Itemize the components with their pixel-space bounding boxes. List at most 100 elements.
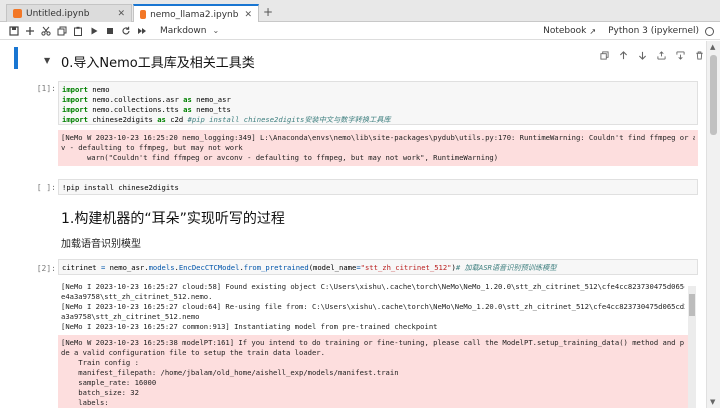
run-button[interactable]: [86, 23, 102, 39]
scroll-down-icon[interactable]: ▼: [710, 398, 715, 406]
code-token: nemo.collections.asr: [87, 95, 184, 104]
notebook-panel: ▼ 0.导入Nemo工具库及相关工具类 [1]: import nemo impo…: [0, 41, 706, 408]
close-icon[interactable]: ✕: [117, 9, 125, 19]
arrow-up-icon: [619, 50, 627, 59]
output-scrollbar[interactable]: [688, 286, 696, 408]
notebook-icon: [13, 9, 22, 18]
notebook-toolbar: Markdown ⌄ Notebook ↗ Python 3 (ipykerne…: [0, 22, 720, 40]
delete-cell-button[interactable]: [692, 49, 706, 61]
output-line: e4a3a9758\stt_zh_citrinet_512.nemo.: [61, 292, 213, 301]
fast-forward-icon: [138, 27, 146, 34]
restart-button[interactable]: [118, 23, 134, 39]
collapse-icon[interactable]: ▼: [44, 56, 50, 65]
cell-type-value: Markdown: [160, 25, 207, 36]
tab-label: nemo_llama2.ipynb: [150, 9, 239, 20]
code-token: nemo_asr.: [105, 263, 149, 272]
kernel-name[interactable]: Python 3 (ipykernel): [608, 26, 699, 36]
code-token: nemo.collections.tts: [87, 105, 184, 114]
code-cell-imports[interactable]: import nemo import nemo.collections.asr a…: [58, 81, 698, 125]
code-content: import nemo import nemo.collections.asr a…: [62, 85, 694, 125]
insert-cell-button[interactable]: [22, 23, 38, 39]
code-token: nemo: [87, 85, 110, 94]
cell-type-select[interactable]: Markdown ⌄: [160, 26, 219, 36]
paste-button[interactable]: [70, 23, 86, 39]
code-content: citrinet = nemo_asr.models.EncDecCTCMode…: [62, 263, 694, 273]
cut-button[interactable]: [38, 23, 54, 39]
move-up-button[interactable]: [616, 49, 630, 61]
code-token: EncDecCTCModel: [178, 263, 240, 272]
code-token: models: [148, 263, 175, 272]
code-token: import: [62, 105, 88, 114]
notebook-view-button[interactable]: Notebook ↗: [543, 26, 596, 36]
code-token: as: [157, 115, 166, 124]
code-line: citrinet = nemo_asr.models.EncDecCTCMode…: [62, 263, 694, 273]
code-line: import nemo.collections.tts as nemo_tts: [62, 105, 694, 115]
code-cell-pip-install[interactable]: !pip install chinese2digits: [58, 179, 698, 195]
output-line: batch_size: 32: [61, 388, 139, 397]
close-icon[interactable]: ✕: [244, 10, 252, 20]
code-token: "stt_zh_citrinet_512": [360, 263, 452, 272]
duplicate-icon: [599, 50, 609, 60]
output-line: [NeMo W 2023-10-23 16:25:20 nemo_logging…: [61, 133, 695, 142]
insert-below-button[interactable]: [673, 49, 687, 61]
output-warning-ffmpeg: [NeMo W 2023-10-23 16:25:20 nemo_logging…: [58, 130, 698, 166]
code-token: nemo_asr: [191, 95, 231, 104]
save-icon: [9, 25, 19, 36]
duplicate-cell-button[interactable]: [597, 49, 611, 61]
code-token: #pip install chinese2digits安装中文与数字转换工具库: [187, 115, 391, 124]
new-tab-button[interactable]: +: [261, 6, 275, 20]
kernel-status-icon: [705, 26, 714, 36]
output-line: [NeMo I 2023-10-23 16:25:27 common:913] …: [61, 322, 438, 331]
main-scrollbar-thumb[interactable]: [710, 55, 717, 135]
tab-nemo-llama2[interactable]: nemo_llama2.ipynb ✕: [133, 4, 259, 23]
main-scrollbar[interactable]: ▲ ▼: [706, 41, 720, 408]
heading-import-tools: 0.导入Nemo工具库及相关工具类: [61, 56, 255, 71]
output-line: [NeMo W 2023-10-23 16:25:38 modelPT:161]…: [61, 338, 685, 347]
restart-icon: [122, 26, 130, 34]
output-load-log: [NeMo I 2023-10-23 16:25:27 cloud:58] Fo…: [58, 279, 688, 333]
output-scrollbar-thumb[interactable]: [689, 294, 695, 316]
code-token: chinese2digits: [87, 115, 158, 124]
interrupt-button[interactable]: [102, 23, 118, 39]
output-line: [NeMo I 2023-10-23 16:25:27 cloud:58] Fo…: [61, 282, 685, 291]
heading-build-ear: 1.构建机器的“耳朵”实现听写的过程: [61, 211, 285, 227]
code-cell-load-citrinet[interactable]: citrinet = nemo_asr.models.EncDecCTCMode…: [58, 259, 698, 275]
insert-above-button[interactable]: [654, 49, 668, 61]
trash-icon: [695, 50, 703, 60]
active-cell-indicator: [14, 47, 18, 69]
output-line: de a valid configuration file to setup t…: [61, 348, 325, 357]
tab-label: Untitled.ipynb: [26, 8, 90, 19]
plus-icon: [26, 26, 34, 35]
code-line: import chinese2digits as c2d #pip instal…: [62, 115, 694, 125]
tab-bar: Untitled.ipynb ✕ nemo_llama2.ipynb ✕ +: [0, 0, 720, 23]
move-down-button[interactable]: [635, 49, 649, 61]
code-line: import nemo.collections.asr as nemo_asr: [62, 95, 694, 105]
code-token: nemo_tts: [191, 105, 231, 114]
code-token: import: [62, 115, 88, 124]
copy-icon: [57, 26, 67, 35]
insert-below-icon: [675, 50, 685, 60]
code-token: citrinet: [62, 263, 101, 272]
cell-actions-toolbar: [592, 49, 706, 61]
code-line: !pip install chinese2digits: [62, 183, 179, 192]
output-warning-training: [NeMo W 2023-10-23 16:25:38 modelPT:161]…: [58, 335, 688, 408]
tab-untitled[interactable]: Untitled.ipynb ✕: [6, 4, 132, 22]
output-line: sample_rate: 16000: [61, 378, 157, 387]
output-content: [NeMo W 2023-10-23 16:25:38 modelPT:161]…: [61, 338, 685, 408]
notebook-view-label: Notebook: [543, 26, 587, 36]
stop-icon: [107, 27, 113, 34]
code-token: # 加载ASR语音识别预训练模型: [455, 263, 557, 272]
cell-prompt: [2]:: [36, 264, 56, 273]
output-line: warn("Couldn't find ffmpeg or avconv - d…: [61, 153, 499, 162]
arrow-down-icon: [638, 51, 646, 60]
code-token: c2d: [165, 115, 188, 124]
scroll-up-icon[interactable]: ▲: [710, 43, 715, 51]
copy-button[interactable]: [54, 23, 70, 39]
restart-run-all-button[interactable]: [134, 23, 150, 39]
output-line: manifest_filepath: /home/jbalam/old_home…: [61, 368, 399, 377]
paragraph-load-model: 加载语音识别模型: [61, 239, 141, 250]
code-token: as: [183, 95, 192, 104]
cell-prompt: [1]:: [36, 84, 56, 93]
scissors-icon: [41, 26, 51, 36]
save-button[interactable]: [6, 23, 22, 39]
